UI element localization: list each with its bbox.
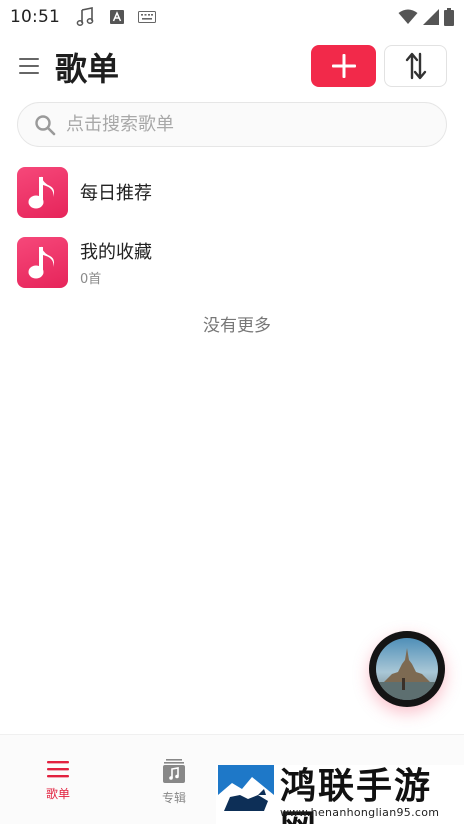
menu-icon-line [19, 65, 39, 67]
sort-button[interactable] [384, 45, 447, 87]
menu-icon-line [19, 72, 39, 74]
menu-icon-line [19, 58, 39, 60]
album-icon [163, 759, 185, 783]
wifi-icon [398, 9, 418, 24]
watermark-url: www.henanhonglian95.com [280, 806, 440, 819]
playlist-cover [17, 236, 68, 288]
music-note-icon [28, 176, 54, 209]
signal-icon [423, 9, 439, 25]
battery-icon [444, 8, 454, 26]
list-end-text: 没有更多 [203, 316, 271, 336]
search-bar[interactable] [17, 102, 447, 147]
now-playing-button[interactable] [369, 631, 445, 707]
status-bar: 10:51 [0, 0, 464, 34]
keyboard-icon [138, 11, 156, 23]
a-badge-icon [110, 10, 124, 24]
playlist-cover [17, 166, 68, 218]
playlist-text: 每日推荐 [80, 179, 152, 205]
status-right-icons [398, 8, 454, 26]
status-time: 10:51 [10, 7, 60, 27]
tab-playlists[interactable]: 歌单 [23, 759, 93, 802]
header: 歌单 [0, 40, 464, 96]
watermark-logo-icon [218, 765, 274, 817]
plus-icon [331, 54, 356, 78]
page-title: 歌单 [55, 50, 120, 88]
watermark: 鸿联手游网 www.henanhonglian95.com [216, 765, 464, 824]
music-note-icon [28, 246, 54, 279]
playlist-item-favorites[interactable]: 我的收藏 0首 [17, 235, 447, 289]
tab-label: 歌单 [45, 787, 70, 801]
tab-label: 专辑 [161, 791, 186, 805]
search-input[interactable] [66, 114, 406, 135]
menu-icon[interactable] [18, 56, 40, 76]
playlist-song-count: 0首 [80, 271, 102, 287]
playlist-text: 我的收藏 0首 [80, 238, 152, 287]
playlist-name: 每日推荐 [80, 183, 152, 204]
album-art [376, 638, 438, 700]
sort-icon [405, 52, 426, 80]
playlist-item-daily[interactable]: 每日推荐 [17, 165, 447, 219]
status-left-icons [76, 7, 156, 27]
tab-albums[interactable]: 专辑 [139, 759, 209, 806]
album-art-image [376, 638, 438, 700]
add-playlist-button[interactable] [311, 45, 376, 87]
playlist-name: 我的收藏 [80, 241, 152, 263]
list-icon [47, 761, 69, 778]
search-icon [35, 114, 56, 135]
music-note-icon [76, 7, 94, 26]
